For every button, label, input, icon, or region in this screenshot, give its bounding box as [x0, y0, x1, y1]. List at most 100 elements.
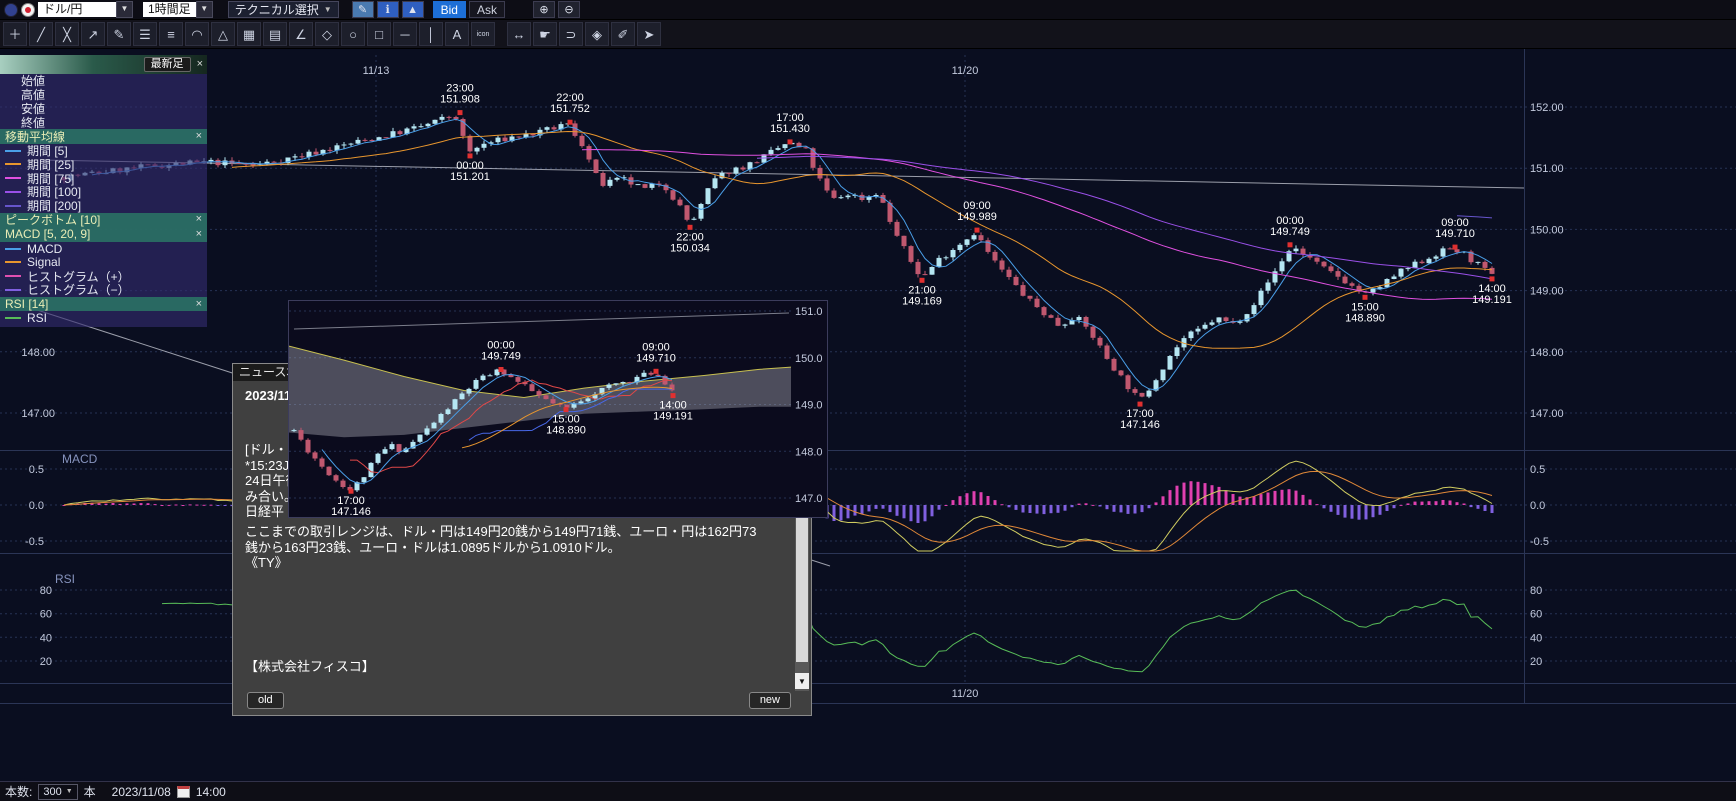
peak-bottom-marker	[688, 225, 693, 230]
peak-bottom-marker	[975, 228, 980, 233]
legend-row: RSI ×	[0, 311, 207, 325]
peak-bottom-marker	[458, 110, 463, 115]
svg-text:147.146: 147.146	[331, 506, 371, 517]
tool-parallel-lines[interactable]: ≡	[159, 22, 183, 46]
pencil-icon: ✎	[358, 3, 367, 16]
legend-label: MACD	[27, 242, 62, 256]
close-icon[interactable]: ×	[196, 229, 202, 240]
chevron-down-icon[interactable]: ▼	[116, 1, 133, 18]
line-color-swatch	[5, 261, 21, 263]
calendar-icon[interactable]	[177, 786, 190, 798]
line-color-swatch	[5, 191, 21, 193]
tool-vertical-line[interactable]: │	[419, 22, 443, 46]
svg-text:147.00: 147.00	[21, 408, 55, 420]
tool-polygon[interactable]: ◇	[315, 22, 339, 46]
scroll-down-button[interactable]: ▼	[795, 673, 809, 689]
legend-row: ピークボトム [10] ×	[0, 213, 207, 228]
peak-bottom-marker	[654, 369, 659, 374]
latest-bar-button[interactable]: 最新足	[144, 57, 191, 72]
svg-text:0.0: 0.0	[29, 500, 44, 512]
svg-text:147.0: 147.0	[795, 493, 823, 505]
tool-ellipse[interactable]: ○	[341, 22, 365, 46]
svg-text:149.00: 149.00	[1530, 286, 1564, 298]
zoom-in-button[interactable]: ⊕	[533, 1, 555, 18]
line-color-swatch	[5, 205, 21, 207]
date-value: 2023/11/08	[112, 785, 171, 799]
svg-text:149.749: 149.749	[481, 351, 521, 363]
old-button[interactable]: old	[247, 692, 284, 709]
legend-label: ピークボトム [10]	[5, 211, 100, 228]
tool-gann-grid[interactable]: ▦	[237, 22, 261, 46]
ask-button[interactable]: Ask	[469, 1, 505, 18]
legend-row: MACD ×	[0, 242, 207, 256]
currency-pair-select[interactable]: ドル/円 ▼	[38, 1, 133, 18]
tool-eraser[interactable]: ◈	[585, 22, 609, 46]
svg-text:40: 40	[1530, 632, 1542, 644]
tool-fibonacci-arc[interactable]: ◠	[185, 22, 209, 46]
svg-text:151.908: 151.908	[440, 94, 480, 106]
peak-bottom-marker	[788, 139, 793, 144]
tool-icon-stamp[interactable]: icon	[471, 22, 495, 46]
tool-magnet[interactable]: ⊃	[559, 22, 583, 46]
tool-vertical-grid[interactable]: ▤	[263, 22, 287, 46]
svg-text:148.890: 148.890	[546, 425, 586, 437]
tool-trendline[interactable]: ╱	[29, 22, 53, 46]
timeframe-select[interactable]: 1時間足 ▼	[143, 1, 213, 18]
draw-edit-button[interactable]: ✎	[352, 1, 374, 18]
tool-hand[interactable]: ☛	[533, 22, 557, 46]
drawing-toolbar: ＋ ╱ ╳ ↗ ✎ ☰ ≡	[0, 20, 1736, 49]
legend-label: MACD [5, 20, 9]	[5, 227, 90, 241]
tool-pencil[interactable]: ✎	[107, 22, 131, 46]
svg-text:0.5: 0.5	[1530, 464, 1545, 476]
jpy-flag-icon	[21, 3, 35, 17]
chevron-down-icon[interactable]: ▼	[196, 1, 213, 18]
tool-fibonacci-fan[interactable]: △	[211, 22, 235, 46]
svg-text:149.710: 149.710	[636, 352, 676, 364]
bar-count-label: 本数:	[5, 783, 32, 800]
tool-crosshair[interactable]: ＋	[3, 22, 27, 46]
tool-text[interactable]: A	[445, 22, 469, 46]
zoom-chart[interactable]: 151.0150.0149.0148.0147.017:00147.14600:…	[289, 301, 827, 517]
tool-horizontal-levels[interactable]: ☰	[133, 22, 157, 46]
svg-text:149.989: 149.989	[957, 211, 997, 223]
tool-settings[interactable]: ➤	[637, 22, 661, 46]
info-button[interactable]: ℹ	[377, 1, 399, 18]
close-icon[interactable]: ×	[196, 299, 202, 310]
tool-angle[interactable]: ∠	[289, 22, 313, 46]
technical-select-button[interactable]: テクニカル選択 ▼	[228, 1, 339, 18]
tool-cross-lines[interactable]: ╳	[55, 22, 79, 46]
tool-horizontal-line[interactable]: ─	[393, 22, 417, 46]
close-icon[interactable]: ×	[196, 131, 202, 142]
line-color-swatch	[5, 177, 21, 179]
svg-text:148.0: 148.0	[795, 446, 823, 458]
bid-button[interactable]: Bid	[433, 1, 466, 18]
tool-arrow-line[interactable]: ↗	[81, 22, 105, 46]
svg-text:RSI: RSI	[55, 572, 75, 586]
technical-select-label: テクニカル選択	[235, 1, 319, 18]
svg-text:149.169: 149.169	[902, 295, 942, 307]
zoom-out-button[interactable]: ⊖	[558, 1, 580, 18]
svg-text:80: 80	[1530, 585, 1542, 597]
zoom-chart-window[interactable]: 151.0150.0149.0148.0147.017:00147.14600:…	[288, 300, 828, 518]
peak-bottom-marker	[920, 278, 925, 283]
svg-text:149.191: 149.191	[653, 411, 693, 423]
tool-rectangle[interactable]: □	[367, 22, 391, 46]
close-icon[interactable]: ×	[197, 59, 203, 70]
bar-count-select[interactable]: 300 ▼	[38, 784, 77, 800]
peak-bottom-marker	[1138, 402, 1143, 407]
chart-style-button[interactable]: ▲	[402, 1, 424, 18]
line-color-swatch	[5, 150, 21, 152]
new-button[interactable]: new	[749, 692, 791, 709]
peak-bottom-marker	[564, 407, 569, 412]
indicator-legend-panel: 最新足 × 始値 × 高値 × 安値 × 終値	[0, 55, 207, 327]
svg-text:0.0: 0.0	[1530, 500, 1545, 512]
news-source: 【株式会社フィスコ】	[245, 656, 375, 675]
legend-row: RSI [14] ×	[0, 297, 207, 312]
tool-brush[interactable]: ✐	[611, 22, 635, 46]
svg-text:11/13: 11/13	[363, 65, 390, 77]
svg-text:MACD: MACD	[62, 452, 98, 466]
close-icon[interactable]: ×	[196, 214, 202, 225]
peak-bottom-marker	[1288, 242, 1293, 247]
tool-move[interactable]: ↔	[507, 22, 531, 46]
peak-bottom-marker	[1453, 245, 1458, 250]
